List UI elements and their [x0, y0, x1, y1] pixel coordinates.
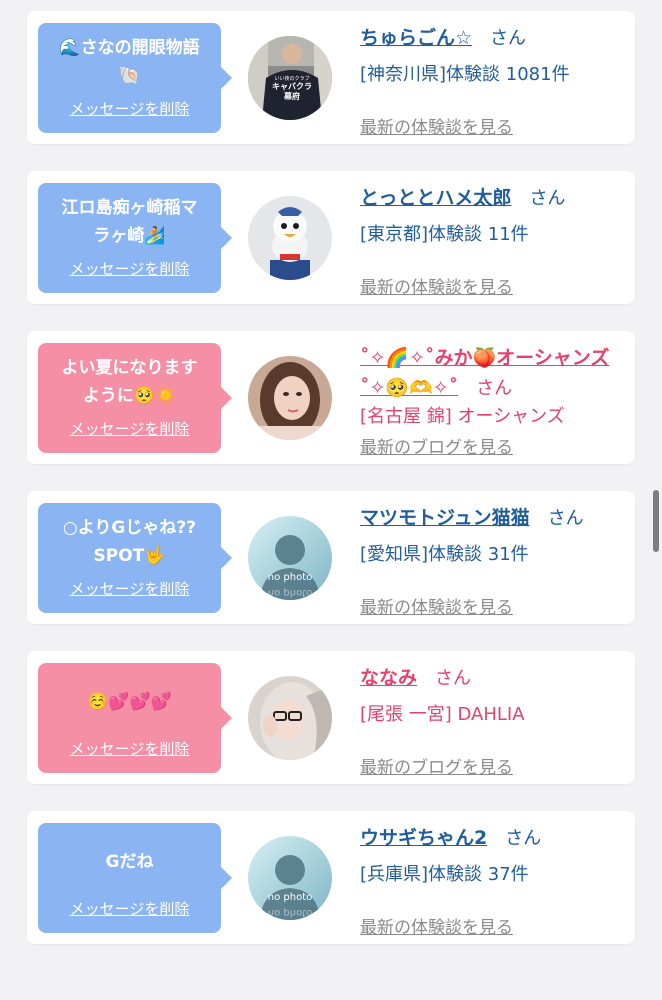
user-detail: [名古屋 錦] オーシャンズ	[360, 406, 565, 427]
user-name-link[interactable]: ななみ	[360, 667, 417, 689]
list-item: ○よりGじゃね?? SPOT🤟 メッセージを削除 no photo no pho…	[27, 491, 635, 624]
user-info: ウサギちゃん2 さん [兵庫県]体験談 37件	[360, 823, 630, 888]
user-detail: [兵庫県]体験談 37件	[360, 864, 529, 885]
no-photo-reflection: no photo	[268, 907, 312, 918]
honorific: さん	[435, 668, 472, 689]
avatar-no-photo[interactable]: no photo no photo	[248, 516, 332, 600]
avatar-shirt-text: キャバクラ	[272, 81, 312, 91]
user-detail: [尾張 一宮] DAHLIA	[360, 704, 525, 725]
list-item: よい夏になります ように🥺☀️ メッセージを削除 ˚✧🌈✧˚みか🍑オーシャンズ˚…	[27, 331, 635, 464]
delete-message-button[interactable]: メッセージを削除	[38, 738, 221, 759]
delete-message-button[interactable]: メッセージを削除	[38, 898, 221, 919]
message-bubble: Gだね メッセージを削除	[38, 823, 232, 933]
message-bubble: ☺️💕💕💕 メッセージを削除	[38, 663, 232, 773]
latest-report-link[interactable]: 最新の体験談を見る	[360, 593, 513, 618]
delete-message-button[interactable]: メッセージを削除	[38, 578, 221, 599]
honorific: さん	[490, 28, 527, 49]
user-name-link[interactable]: マツモトジュン猫猫	[360, 507, 530, 529]
latest-report-link[interactable]: 最新の体験談を見る	[360, 913, 513, 938]
latest-blog-link[interactable]: 最新のブログを見る	[360, 433, 513, 458]
message-text: ☺️💕💕💕	[87, 692, 172, 712]
user-name-link[interactable]: ちゅらごん☆	[360, 27, 472, 49]
delete-message-button[interactable]: メッセージを削除	[38, 98, 221, 119]
list-item: ☺️💕💕💕 メッセージを削除 ななみ さん [尾張 一宮] DAHLIA 最新のブ…	[27, 651, 635, 784]
user-info: ななみ さん [尾張 一宮] DAHLIA	[360, 663, 630, 728]
user-detail: [神奈川県]体験談 1081件	[360, 64, 570, 85]
honorific: さん	[547, 508, 584, 529]
latest-report-link[interactable]: 最新の体験談を見る	[360, 273, 513, 298]
scrollbar[interactable]	[653, 490, 659, 552]
latest-blog-link[interactable]: 最新のブログを見る	[360, 753, 513, 778]
user-detail: [愛知県]体験談 31件	[360, 544, 529, 565]
honorific: さん	[529, 188, 566, 209]
list-item: Gだね メッセージを削除 no photo no photo ウサギちゃん2 さ…	[27, 811, 635, 944]
user-name-link[interactable]: ウサギちゃん2	[360, 827, 487, 849]
honorific: さん	[476, 378, 513, 399]
user-detail: [東京都]体験談 11件	[360, 224, 529, 245]
avatar-shirt-text-2: 幕府	[283, 91, 300, 101]
honorific: さん	[505, 828, 542, 849]
list-item: 🌊さなの開眼物語 🐚 メッセージを削除 いい夜のクラブ キャバクラ 幕府 ちゅら…	[27, 11, 635, 144]
user-info: ちゅらごん☆ さん [神奈川県]体験談 1081件	[360, 23, 630, 88]
user-name-link[interactable]: とっととハメ太郎	[360, 187, 511, 209]
user-info: とっととハメ太郎 さん [東京都]体験談 11件	[360, 183, 630, 248]
no-photo-label: no photo	[268, 572, 312, 583]
message-text: ○よりGじゃね?? SPOT🤟	[62, 518, 197, 566]
no-photo-label: no photo	[268, 892, 312, 903]
favorites-list: 🌊さなの開眼物語 🐚 メッセージを削除 いい夜のクラブ キャバクラ 幕府 ちゅら…	[27, 11, 635, 971]
message-text: よい夏になります ように🥺☀️	[61, 358, 198, 406]
message-bubble: よい夏になります ように🥺☀️ メッセージを削除	[38, 343, 232, 453]
avatar[interactable]	[248, 196, 332, 280]
delete-message-button[interactable]: メッセージを削除	[38, 258, 221, 279]
message-bubble: 江ロ島痴ヶ崎稲マ ラヶ崎🏄 メッセージを削除	[38, 183, 232, 293]
message-text: 🌊さなの開眼物語 🐚	[59, 38, 200, 86]
delete-message-button[interactable]: メッセージを削除	[38, 418, 221, 439]
message-text: Gだね	[105, 852, 154, 872]
avatar-shirt-small-text: いい夜のクラブ	[274, 75, 309, 82]
latest-report-link[interactable]: 最新の体験談を見る	[360, 113, 513, 138]
avatar[interactable]	[248, 356, 332, 440]
user-info: ˚✧🌈✧˚みか🍑オーシャンズ˚✧🥺🫶✧˚ さん [名古屋 錦] オーシャンズ	[360, 343, 630, 430]
message-bubble: ○よりGじゃね?? SPOT🤟 メッセージを削除	[38, 503, 232, 613]
message-bubble: 🌊さなの開眼物語 🐚 メッセージを削除	[38, 23, 232, 133]
avatar-no-photo[interactable]: no photo no photo	[248, 836, 332, 920]
avatar[interactable]	[248, 676, 332, 760]
message-text: 江ロ島痴ヶ崎稲マ ラヶ崎🏄	[61, 198, 198, 246]
no-photo-reflection: no photo	[268, 587, 312, 598]
list-item: 江ロ島痴ヶ崎稲マ ラヶ崎🏄 メッセージを削除 とっととハメ太郎 さん [東京都]体…	[27, 171, 635, 304]
avatar[interactable]: いい夜のクラブ キャバクラ 幕府	[248, 36, 332, 120]
user-info: マツモトジュン猫猫 さん [愛知県]体験談 31件	[360, 503, 630, 568]
